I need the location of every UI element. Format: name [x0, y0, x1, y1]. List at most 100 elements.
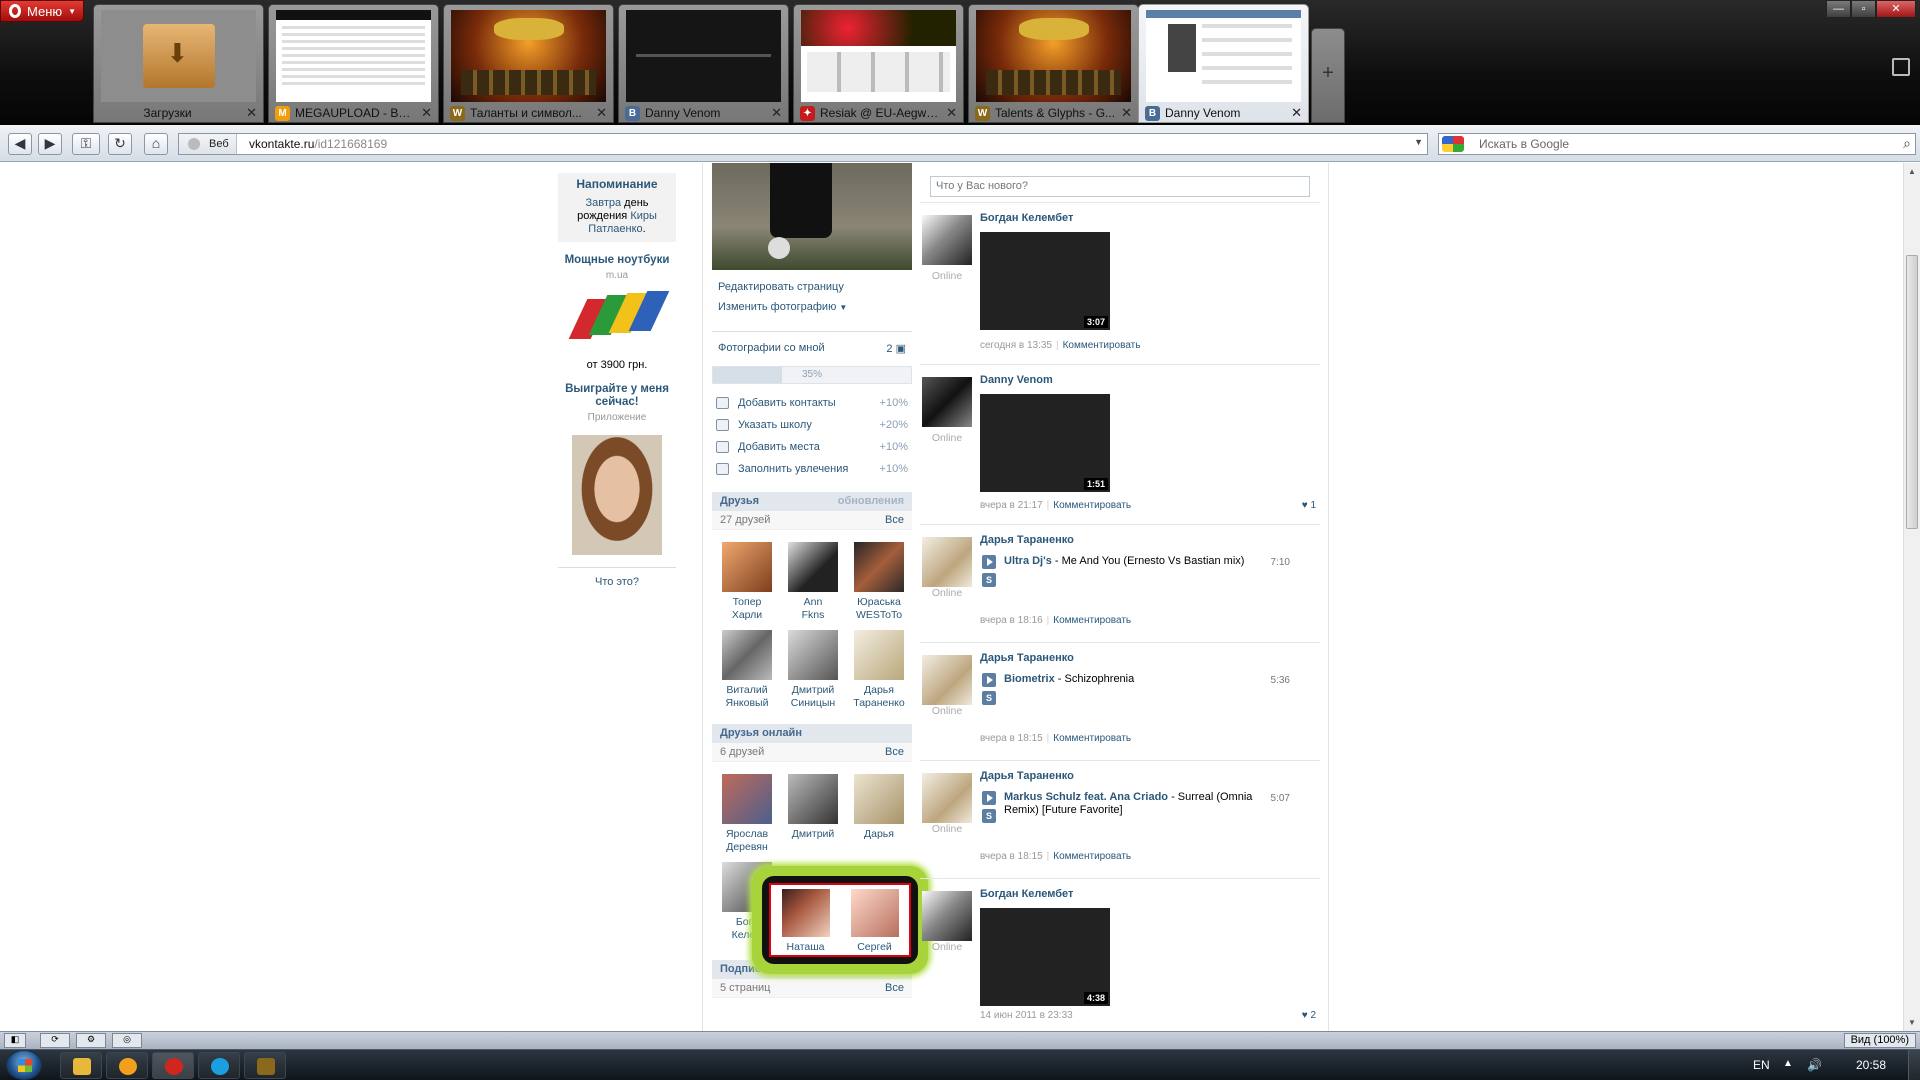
play-icon[interactable]	[982, 791, 996, 805]
avatar[interactable]	[922, 537, 972, 587]
ad-title[interactable]: Выиграйте у меня сейчас!	[558, 383, 676, 409]
new-tab-button[interactable]: +	[1311, 28, 1345, 123]
scroll-up-icon[interactable]: ▲	[1908, 167, 1916, 176]
friend-item[interactable]: Дмитрий	[780, 774, 846, 854]
taskbar-opera[interactable]	[152, 1052, 194, 1079]
task-add-interests[interactable]: Заполнить увлечения +10%	[712, 458, 912, 480]
post-author[interactable]: Богдан Келембет	[980, 212, 1073, 224]
friend-item[interactable]: Топер Харли	[714, 542, 780, 622]
change-photo-link[interactable]: Изменить фотографию ▼	[718, 301, 912, 313]
forward-button[interactable]: ▶	[38, 133, 62, 155]
app-ad-image[interactable]	[572, 435, 662, 555]
tomorrow-link[interactable]: Завтра	[585, 197, 621, 209]
address-dropdown-icon[interactable]: ▼	[1414, 137, 1423, 147]
tab-megaupload[interactable]: M MEGAUPLOAD - Вед... ✕	[268, 4, 439, 123]
start-button[interactable]	[6, 1050, 42, 1080]
friend-item[interactable]: Виталий Янковый	[714, 630, 780, 710]
maximize-button[interactable]: ▫	[1851, 0, 1876, 18]
edit-page-link[interactable]: Редактировать страницу	[718, 281, 912, 293]
avatar[interactable]	[922, 891, 972, 941]
shazam-icon[interactable]: S	[982, 691, 996, 705]
minimize-button[interactable]: —	[1826, 0, 1851, 18]
taskbar-skype[interactable]	[198, 1052, 240, 1079]
friend-item[interactable]: Дмитрий Синицын	[780, 630, 846, 710]
volume-icon[interactable]: 🔊	[1807, 1058, 1822, 1072]
comment-link[interactable]: Комментировать	[1053, 733, 1131, 744]
task-add-contacts[interactable]: Добавить контакты +10%	[712, 392, 912, 414]
subscriptions-all-link[interactable]: Все	[885, 979, 904, 998]
reload-button[interactable]: ↻	[108, 133, 132, 155]
close-icon[interactable]: ✕	[246, 105, 257, 121]
scrollbar-thumb[interactable]	[1906, 255, 1918, 529]
ad-app[interactable]: Выиграйте у меня сейчас! Приложение	[558, 383, 676, 555]
scroll-down-icon[interactable]: ▼	[1908, 1018, 1916, 1027]
search-icon[interactable]: ⌕	[1903, 135, 1911, 152]
video-thumbnail[interactable]: 3:07	[980, 232, 1110, 330]
friends-updates-link[interactable]: обновления	[838, 492, 904, 511]
shazam-icon[interactable]: S	[982, 573, 996, 587]
play-icon[interactable]	[982, 555, 996, 569]
close-icon[interactable]: ✕	[421, 105, 432, 121]
tab-resiak[interactable]: ✦ Resiak @ EU-Aegwy... ✕	[793, 4, 964, 123]
avatar[interactable]	[922, 377, 972, 427]
comment-link[interactable]: Комментировать	[1063, 340, 1141, 351]
window-close-button[interactable]: ✕	[1876, 0, 1916, 18]
taskbar-wow[interactable]	[244, 1052, 286, 1079]
post-author[interactable]: Дарья Тараненко	[980, 770, 1074, 782]
language-indicator[interactable]: EN	[1753, 1058, 1770, 1072]
post-author[interactable]: Дарья Тараненко	[980, 534, 1074, 546]
video-thumbnail[interactable]: 4:38	[980, 908, 1110, 1006]
tab-downloads[interactable]: Загрузки ✕	[93, 4, 264, 123]
back-button[interactable]: ◀	[8, 133, 32, 155]
taskbar-aimp[interactable]	[106, 1052, 148, 1079]
show-desktop-button[interactable]	[1908, 1050, 1920, 1080]
vertical-scrollbar[interactable]: ▲ ▼	[1903, 163, 1920, 1031]
clock[interactable]: 20:58	[1856, 1058, 1886, 1072]
what-is-link[interactable]: Что это?	[558, 567, 676, 588]
speed-dial-button[interactable]: ◎	[112, 1033, 142, 1048]
search-field[interactable]: Искать в Google ⌕	[1438, 133, 1916, 155]
friends-header[interactable]: Друзья обновления	[712, 492, 912, 511]
shazam-icon[interactable]: S	[982, 809, 996, 823]
panel-toggle-button[interactable]: ◧	[4, 1033, 26, 1048]
tab-talents-ru[interactable]: W Таланты и символ... ✕	[443, 4, 614, 123]
zoom-control[interactable]: Вид (100%)	[1843, 1033, 1916, 1048]
likes-count[interactable]: ♥ 1	[1302, 500, 1316, 511]
sync-button[interactable]: ⟳	[40, 1033, 70, 1048]
birthday-surname-link[interactable]: Патлаенко	[588, 223, 642, 235]
task-add-places[interactable]: Добавить места +10%	[712, 436, 912, 458]
turbo-button[interactable]: ⚙	[76, 1033, 106, 1048]
video-thumbnail[interactable]: 1:51	[980, 394, 1110, 492]
friend-item[interactable]: Юраська WESToTo	[846, 542, 912, 622]
opera-menu-button[interactable]: Меню ▼	[0, 0, 84, 22]
profile-photo[interactable]	[712, 163, 912, 270]
avatar[interactable]	[922, 215, 972, 265]
ad-laptops[interactable]: Мощные ноутбуки m.ua от 3900 грн.	[558, 254, 676, 371]
post-author[interactable]: Danny Venom	[980, 374, 1053, 386]
friends-all-link[interactable]: Все	[885, 511, 904, 530]
comment-link[interactable]: Комментировать	[1053, 500, 1131, 511]
tab-danny-venom-active[interactable]: B Danny Venom ✕	[1138, 4, 1309, 123]
friend-item[interactable]: Ярослав Деревян	[714, 774, 780, 854]
close-icon[interactable]: ✕	[946, 105, 957, 121]
tab-danny-venom-1[interactable]: B Danny Venom ✕	[618, 4, 789, 123]
online-all-link[interactable]: Все	[885, 743, 904, 762]
avatar[interactable]	[922, 773, 972, 823]
site-info-badge[interactable]: Веб	[179, 134, 237, 154]
post-author[interactable]: Дарья Тараненко	[980, 652, 1074, 664]
status-input[interactable]: Что у Вас нового?	[930, 176, 1310, 197]
url-text[interactable]: vkontakte.ru/id121668169	[249, 137, 387, 151]
close-icon[interactable]: ✕	[596, 105, 607, 121]
friend-item[interactable]: Наташа	[775, 889, 837, 953]
friend-item[interactable]: Ann Fkns	[780, 542, 846, 622]
birthday-name-link[interactable]: Киры	[630, 210, 657, 222]
comment-link[interactable]: Комментировать	[1053, 615, 1131, 626]
taskbar-explorer[interactable]	[60, 1052, 102, 1079]
play-icon[interactable]	[982, 673, 996, 687]
close-icon[interactable]: ✕	[1291, 105, 1302, 121]
home-button[interactable]: ⌂	[144, 133, 168, 155]
photos-with-me-link[interactable]: Фотографии со мной 2 ▣	[712, 331, 912, 355]
tray-expand-icon[interactable]: ▲	[1783, 1058, 1793, 1069]
task-add-school[interactable]: Указать школу +20%	[712, 414, 912, 436]
google-icon[interactable]	[1442, 136, 1464, 152]
